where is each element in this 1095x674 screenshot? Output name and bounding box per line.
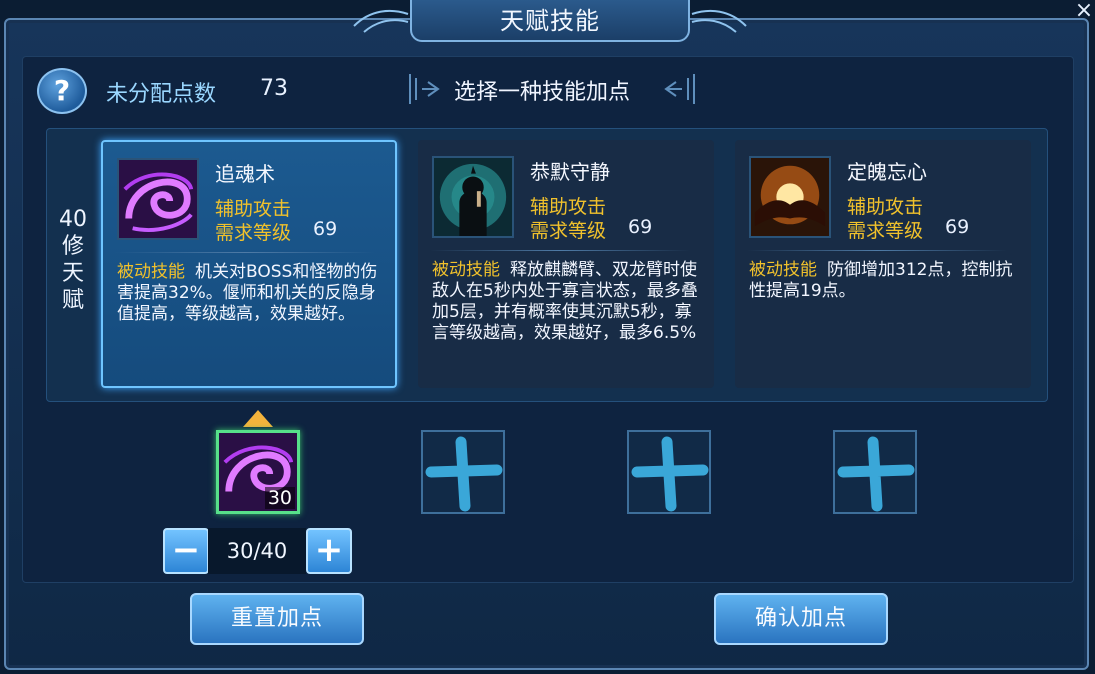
divider	[747, 250, 1007, 251]
required-level-label: 需求等级	[847, 220, 924, 242]
passive-skill-tag: 被动技能	[432, 260, 500, 280]
unallocated-points-value: 73	[260, 76, 288, 101]
prompt-ornament-right-icon	[664, 74, 695, 104]
required-level-label: 需求等级	[530, 220, 607, 242]
required-level-value: 69	[313, 218, 338, 240]
window-title: 天赋技能	[410, 0, 690, 42]
select-skill-prompt: 选择一种技能加点	[454, 80, 631, 105]
plus-icon	[425, 436, 503, 512]
plus-icon	[631, 436, 709, 512]
help-icon[interactable]: ?	[37, 68, 87, 114]
skill-name: 定魄忘心	[847, 160, 927, 184]
title-ornament-right-icon	[691, 9, 747, 33]
plus-icon	[837, 436, 915, 512]
confirm-points-button[interactable]: 确认加点	[714, 593, 888, 645]
close-icon[interactable]: ×	[1073, 0, 1095, 22]
skill-card-zhuihunshu[interactable]: 追魂术 辅助攻击 需求等级 69 被动技能 机关对BOSS和怪物的伤害提高32%。…	[101, 140, 397, 388]
divider	[430, 250, 690, 251]
skill-description: 被动技能 防御增加312点，控制抗性提高19点。	[749, 260, 1019, 302]
skill-type: 辅助攻击	[530, 196, 607, 218]
unallocated-points-label: 未分配点数	[106, 82, 217, 107]
skill-card-dingpowangxin[interactable]: 定魄忘心 辅助攻击 需求等级 69 被动技能 防御增加312点，控制抗性提高19点…	[735, 140, 1031, 388]
required-level-label: 需求等级	[215, 222, 292, 244]
tier-label: 40 修 天 赋	[59, 207, 87, 313]
skill-description: 被动技能 释放麒麟臂、双龙臂时使敌人在5秒内处于寡言状态，最多叠加5层，并有概率使…	[432, 260, 702, 344]
skill-description: 被动技能 机关对BOSS和怪物的伤害提高32%。偃师和机关的反隐身值提高，等级越高…	[117, 262, 387, 325]
purple-swirl-icon	[117, 158, 199, 240]
skill-card-gongmoshoujing[interactable]: 恭默守静 辅助攻击 需求等级 69 被动技能 释放麒麟臂、双龙臂时使敌人在5秒内处…	[418, 140, 714, 388]
selected-slot-arrow-icon	[243, 410, 273, 427]
talent-slot-1[interactable]: 30	[216, 430, 300, 514]
talent-slot-2[interactable]	[421, 430, 505, 514]
passive-skill-tag: 被动技能	[117, 262, 185, 282]
slot-level-badge: 30	[264, 487, 295, 509]
talent-slot-3[interactable]	[627, 430, 711, 514]
prompt-ornament-left-icon	[409, 74, 440, 104]
skill-name: 追魂术	[215, 162, 275, 186]
talent-slot-4[interactable]	[833, 430, 917, 514]
increase-points-button[interactable]: +	[306, 528, 352, 574]
skill-type: 辅助攻击	[215, 198, 292, 220]
divider	[115, 252, 375, 253]
decrease-points-button[interactable]: −	[163, 528, 209, 574]
title-ornament-left-icon	[353, 9, 409, 33]
required-level-value: 69	[628, 216, 653, 238]
glowing-hands-icon	[749, 156, 831, 238]
skill-type: 辅助攻击	[847, 196, 924, 218]
silent-monk-icon	[432, 156, 514, 238]
reset-points-button[interactable]: 重置加点	[190, 593, 364, 645]
passive-skill-tag: 被动技能	[749, 260, 817, 280]
skill-name: 恭默守静	[530, 160, 610, 184]
points-stepper-value: 30/40	[208, 528, 306, 574]
required-level-value: 69	[945, 216, 970, 238]
